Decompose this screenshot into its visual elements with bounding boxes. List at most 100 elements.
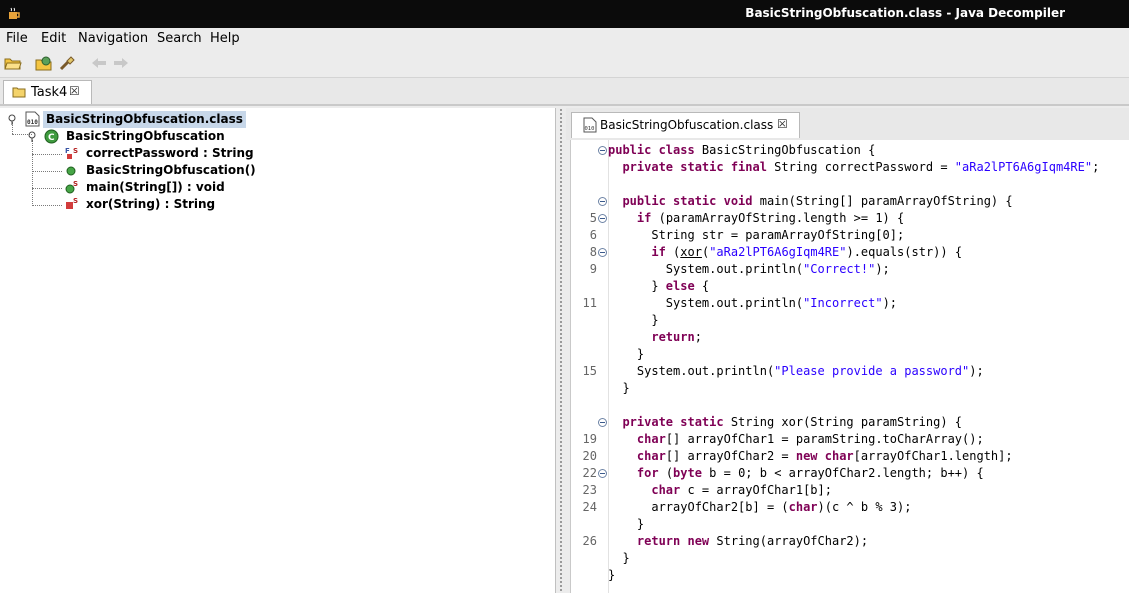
fold-toggle-icon[interactable]	[598, 197, 607, 206]
code-text: [] arrayOfChar2 =	[665, 449, 796, 463]
code-text: }	[608, 517, 645, 531]
code-text: [arrayOfChar1.length];	[853, 449, 1013, 463]
code-keyword: char	[636, 432, 666, 446]
code-string: "aRa2lPT6A6gIqm4RE"	[709, 245, 847, 259]
close-tab-icon[interactable]: ☒	[777, 117, 788, 131]
method-static-icon: S	[65, 180, 78, 194]
tab-task4[interactable]: Task4 ☒	[3, 80, 92, 104]
class-file-icon: 010	[25, 111, 40, 127]
code-text: }	[608, 347, 645, 361]
class-tree-panel: 010 BasicStringObfuscation.class C Basic…	[0, 108, 556, 593]
expand-toggle-icon[interactable]	[6, 114, 18, 126]
fold-toggle-icon[interactable]	[598, 214, 607, 223]
code-line: }	[608, 312, 658, 329]
class-icon: C	[44, 129, 59, 144]
close-tab-icon[interactable]: ☒	[69, 84, 80, 98]
fold-toggle-icon[interactable]	[598, 146, 607, 155]
code-keyword: byte	[673, 466, 710, 480]
code-keyword: char	[651, 483, 688, 497]
line-number: 23	[582, 483, 597, 497]
code-line: return;	[608, 329, 702, 346]
code-text: (paramArrayOfString.length >= 1) {	[658, 211, 905, 225]
svg-text:S: S	[73, 147, 78, 155]
code-text: System.out.println(	[608, 262, 804, 276]
code-line: char[] arrayOfChar1 = paramString.toChar…	[608, 431, 984, 448]
code-keyword: char	[788, 500, 818, 514]
fold-toggle-icon[interactable]	[598, 248, 607, 257]
code-text: main(String[] paramArrayOfString) {	[759, 194, 1013, 208]
menu-bar: File Edit Navigation Search Help	[0, 28, 1129, 50]
code-line: if (xor("aRa2lPT6A6gIqm4RE").equals(str)…	[608, 244, 962, 261]
code-text: BasicStringObfuscation {	[701, 143, 876, 157]
fold-toggle-icon[interactable]	[598, 418, 607, 427]
menu-search[interactable]: Search	[157, 31, 202, 46]
line-number: 19	[582, 432, 597, 446]
svg-text:C: C	[48, 133, 55, 143]
line-number: 6	[589, 228, 597, 242]
line-number: 5	[589, 211, 597, 225]
code-keyword: return new	[636, 534, 717, 548]
open-file-icon[interactable]	[4, 55, 22, 71]
tree-node-label: main(String[]) : void	[86, 180, 225, 194]
line-number: 11	[582, 296, 597, 310]
fold-toggle-icon[interactable]	[598, 469, 607, 478]
code-text[interactable]: xor	[680, 245, 702, 259]
search-icon[interactable]	[58, 55, 76, 71]
private-static-method-icon: S	[66, 197, 78, 209]
code-text: )(c ^ b % 3);	[817, 500, 912, 514]
code-keyword: public class	[608, 143, 702, 157]
line-number: 8	[589, 245, 597, 259]
menu-edit[interactable]: Edit	[41, 31, 66, 46]
line-number: 20	[582, 449, 597, 463]
code-keyword: private static final	[622, 160, 775, 174]
code-text: String correctPassword =	[774, 160, 955, 174]
line-number-gutter: 5 6 8 9 11 15 19 20 22 23 24 26	[571, 140, 609, 593]
code-text: }	[608, 381, 630, 395]
forward-arrow-icon[interactable]	[112, 55, 130, 71]
code-keyword: if	[636, 211, 659, 225]
tab-basicstringobfuscation-class[interactable]: 010 BasicStringObfuscation.class ☒	[571, 112, 800, 138]
open-type-icon[interactable]	[35, 55, 53, 71]
code-line: private static String xor(String paramSt…	[608, 414, 962, 431]
constructor-icon	[66, 166, 76, 176]
code-line: System.out.println("Incorrect");	[608, 295, 897, 312]
code-text: String xor(String paramString) {	[730, 415, 963, 429]
menu-help[interactable]: Help	[210, 31, 240, 46]
code-string: "Incorrect"	[803, 296, 883, 310]
code-string: "Correct!"	[803, 262, 876, 276]
code-line: char c = arrayOfChar1[b];	[608, 482, 832, 499]
tab-label: BasicStringObfuscation.class	[600, 118, 774, 132]
line-number: 22	[582, 466, 597, 480]
code-text: {	[701, 279, 710, 293]
line-number: 15	[582, 364, 597, 378]
code-text: );	[882, 296, 898, 310]
tree-connector	[32, 171, 62, 172]
expand-toggle-icon[interactable]	[26, 131, 38, 143]
menu-file[interactable]: File	[6, 31, 28, 46]
menu-navigation[interactable]: Navigation	[78, 31, 148, 46]
editor-tab-strip: 010 BasicStringObfuscation.class ☒	[566, 108, 1129, 140]
toolbar	[0, 50, 1129, 78]
code-string: "aRa2lPT6A6gIqm4RE"	[954, 160, 1093, 174]
back-arrow-icon[interactable]	[90, 55, 108, 71]
code-line: }	[608, 550, 629, 567]
code-text: arrayOfChar2[b] = (	[608, 500, 789, 514]
code-line: String str = paramArrayOfString[0];	[608, 227, 904, 244]
code-line: }	[608, 567, 615, 584]
code-text: String(arrayOfChar2);	[716, 534, 869, 548]
code-editor[interactable]: 5 6 8 9 11 15 19 20 22 23 24 26 public class BasicS…	[570, 140, 1129, 593]
tree-connector	[32, 205, 62, 206]
tree-connector	[32, 188, 62, 189]
code-string: "Please provide a password"	[774, 364, 970, 378]
code-text: ).equals(str)) {	[846, 245, 963, 259]
tab-label: Task4	[31, 85, 68, 100]
line-number: 24	[582, 500, 597, 514]
panel-splitter[interactable]	[556, 108, 566, 593]
coffee-cup-icon	[9, 7, 20, 19]
code-keyword: new char	[795, 449, 854, 463]
